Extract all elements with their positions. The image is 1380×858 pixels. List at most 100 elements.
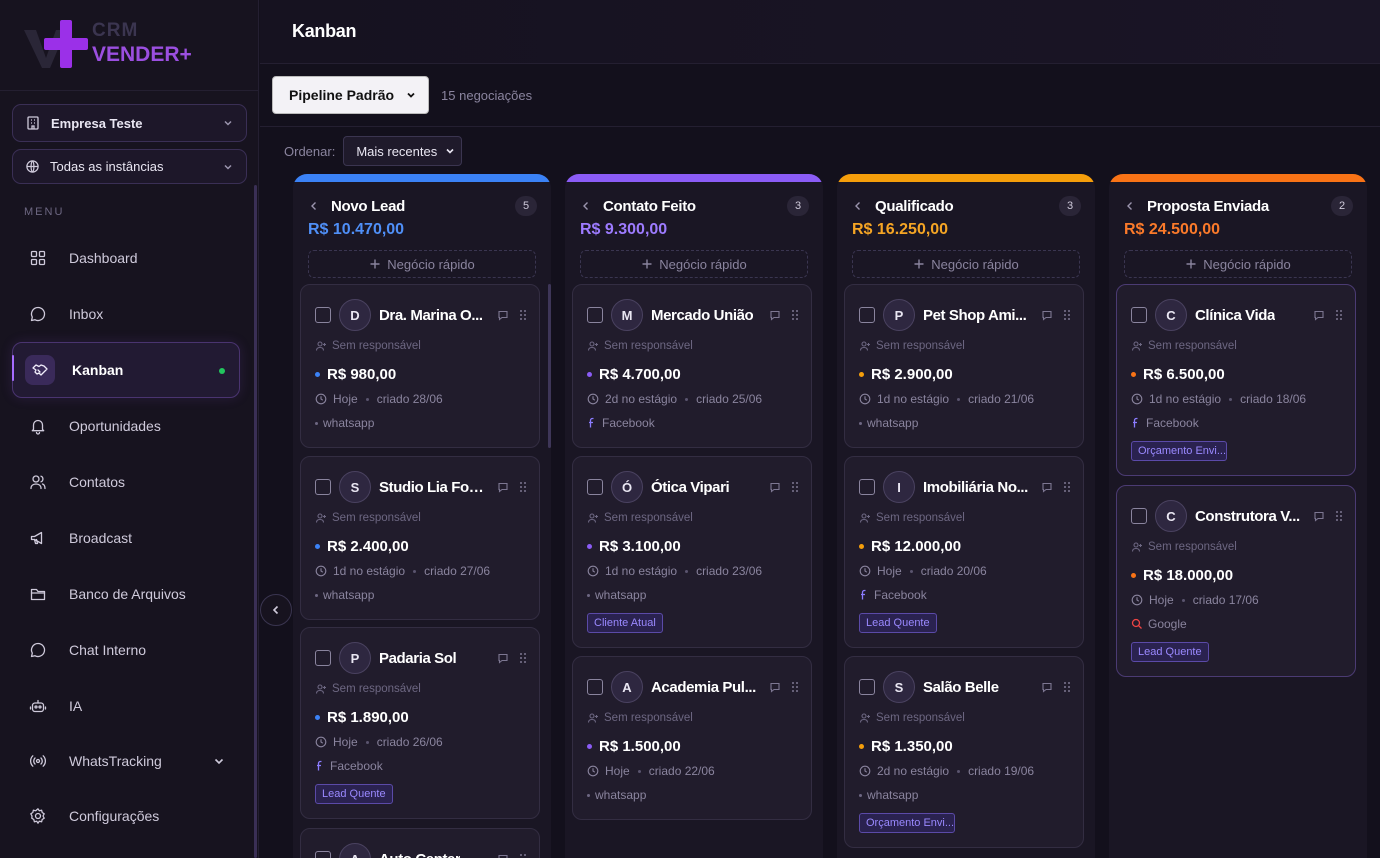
deal-card[interactable]: P Pet Shop Ami... Sem responsável R$ 2.9… [844,284,1084,448]
deal-card[interactable]: C Construtora V... Sem responsável R$ 18… [1116,485,1356,677]
sidebar-item-chat-interno[interactable]: Chat Interno [12,622,240,678]
collapse-column-button[interactable] [853,200,867,212]
deal-card[interactable]: I Imobiliária No... Sem responsável R$ 1… [844,456,1084,648]
deal-tag[interactable]: Orçamento Envi... [1131,441,1227,461]
deal-tag[interactable]: Lead Quente [859,613,937,633]
sidebar-item-contatos[interactable]: Contatos [12,454,240,510]
quick-add-deal-button[interactable]: Negócio rápido [1124,250,1352,278]
drag-handle-icon[interactable] [791,481,799,493]
avatar: I [883,471,915,503]
card-actions [497,652,527,664]
stage-age: 2d no estágio [877,764,950,778]
collapse-column-button[interactable] [1125,200,1139,212]
sidebar-item-dashboard[interactable]: Dashboard [12,230,240,286]
chevron-left-icon [311,202,316,210]
select-checkbox[interactable] [315,851,331,858]
deal-card[interactable]: P Padaria Sol Sem responsável R$ 1.890,0… [300,627,540,819]
deal-card[interactable]: Ó Ótica Vipari Sem responsável R$ 3.100,… [572,456,812,648]
sidebar-item-banco-de-arquivos[interactable]: Banco de Arquivos [12,566,240,622]
quick-add-deal-button[interactable]: Negócio rápido [852,250,1080,278]
sidebar-item-broadcast[interactable]: Broadcast [12,510,240,566]
deal-card[interactable]: M Mercado União Sem responsável R$ 4.700… [572,284,812,448]
company-select[interactable]: Empresa Teste [12,104,247,142]
select-checkbox[interactable] [1131,307,1147,323]
select-checkbox[interactable] [315,307,331,323]
message-icon[interactable] [497,652,509,664]
deal-tag[interactable]: Orçamento Envi... [859,813,955,833]
message-icon[interactable] [497,309,509,321]
select-checkbox[interactable] [1131,508,1147,524]
deal-card[interactable]: S Salão Belle Sem responsável R$ 1.350,0… [844,656,1084,848]
deal-card[interactable]: S Studio Lia Fot... Sem responsável R$ 2… [300,456,540,620]
drag-handle-icon[interactable] [1335,510,1343,522]
owner-label: Sem responsável [604,712,693,724]
deal-card[interactable]: D Dra. Marina O... Sem responsável R$ 98… [300,284,540,448]
clock-icon [587,765,599,777]
sidebar-item-kanban[interactable]: Kanban [12,342,240,398]
select-checkbox[interactable] [587,479,603,495]
select-checkbox[interactable] [859,307,875,323]
source-label: whatsapp [595,588,647,602]
sidebar-scrollbar[interactable] [254,185,257,858]
sidebar-item-ia[interactable]: IA [12,678,240,734]
message-icon[interactable] [1041,681,1053,693]
deal-owner: Sem responsável [859,512,965,524]
select-checkbox[interactable] [315,479,331,495]
gear-icon [30,808,45,824]
drag-handle-icon[interactable] [1063,681,1071,693]
drag-handle-icon[interactable] [1063,481,1071,493]
pipeline-select[interactable]: Pipeline Padrão [272,76,430,114]
instance-select[interactable]: Todas as instâncias [12,149,247,184]
sidebar-item-inbox[interactable]: Inbox [12,286,240,342]
drag-handle-icon[interactable] [519,853,527,858]
deal-tag[interactable]: Cliente Atual [587,613,663,633]
deal-value: R$ 6.500,00 [1131,366,1225,383]
deal-tag[interactable]: Lead Quente [315,784,393,804]
select-checkbox[interactable] [587,679,603,695]
message-icon[interactable] [1041,481,1053,493]
drag-handle-icon[interactable] [791,681,799,693]
brand-logo[interactable]: CRM VENDER+ [24,18,224,70]
collapse-column-button[interactable] [309,200,323,212]
deal-owner: Sem responsável [587,340,693,352]
drag-handle-icon[interactable] [519,652,527,664]
sidebar-item-whatstracking[interactable]: WhatsTracking [12,734,240,788]
drag-handle-icon[interactable] [1063,309,1071,321]
message-icon[interactable] [1313,309,1325,321]
message-icon[interactable] [1041,309,1053,321]
drag-handle-icon[interactable] [519,481,527,493]
avatar: D [339,299,371,331]
sidebar-item-oportunidades[interactable]: Oportunidades [12,398,240,454]
deal-name: Mercado União [651,306,754,324]
sidebar-item-configura-es[interactable]: Configurações [12,788,240,844]
column-scrollbar[interactable] [548,284,551,448]
user-plus-icon [587,513,598,523]
collapse-column-button[interactable] [581,200,595,212]
message-icon[interactable] [497,853,509,858]
deal-time-info: Hoje criado 28/06 [315,392,443,406]
deal-tag[interactable]: Lead Quente [1131,642,1209,662]
quick-add-deal-button[interactable]: Negócio rápido [580,250,808,278]
value-dot [587,544,592,549]
select-checkbox[interactable] [587,307,603,323]
deal-card[interactable]: C Clínica Vida Sem responsável R$ 6.500,… [1116,284,1356,476]
select-checkbox[interactable] [315,650,331,666]
message-icon[interactable] [497,481,509,493]
sort-select[interactable]: Mais recentes [343,136,463,166]
drag-handle-icon[interactable] [519,309,527,321]
drag-handle-icon[interactable] [1335,309,1343,321]
quick-add-deal-button[interactable]: Negócio rápido [308,250,536,278]
drag-handle-icon[interactable] [791,309,799,321]
deal-owner: Sem responsável [587,712,693,724]
message-icon[interactable] [769,481,781,493]
message-icon[interactable] [1313,510,1325,522]
deal-card[interactable]: A Academia Pul... Sem responsável R$ 1.5… [572,656,812,820]
select-checkbox[interactable] [859,679,875,695]
facebook-icon [1133,417,1138,428]
deal-card[interactable]: A Auto Center [300,828,540,858]
deal-name: Academia Pul... [651,678,756,696]
message-icon[interactable] [769,681,781,693]
collapse-sidebar-button[interactable] [260,594,292,626]
select-checkbox[interactable] [859,479,875,495]
message-icon[interactable] [769,309,781,321]
